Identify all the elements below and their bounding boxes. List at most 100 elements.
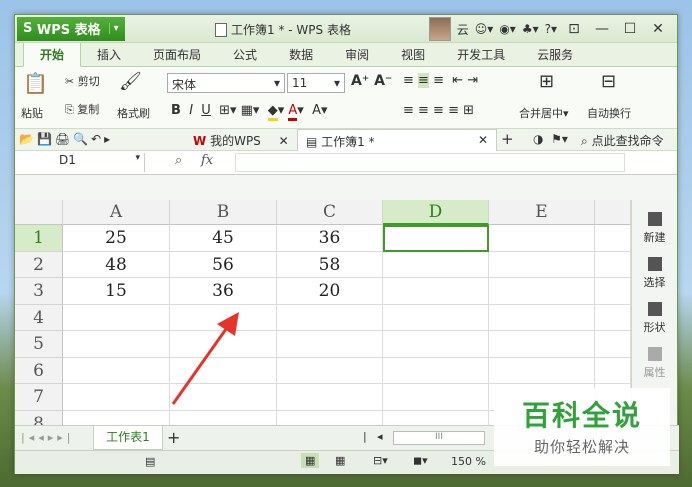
tab-my-wps[interactable]: W 我的WPS ✕: [193, 132, 289, 149]
user-label[interactable]: 云: [457, 21, 469, 38]
cell-b8[interactable]: [170, 410, 277, 425]
zoom-formula-icon[interactable]: ⌕: [175, 153, 182, 168]
row-header-4[interactable]: 4: [15, 304, 63, 331]
name-box[interactable]: D1 ▾: [15, 153, 145, 172]
cell-b2[interactable]: 56: [170, 251, 277, 278]
tab-insert[interactable]: 插入: [81, 43, 137, 66]
column-header-e[interactable]: E: [489, 200, 595, 225]
cell-a4[interactable]: [63, 304, 170, 331]
row-header-1[interactable]: 1: [15, 225, 63, 252]
zoom-level[interactable]: 150 %: [451, 455, 486, 468]
tab-workbook[interactable]: ▤ 工作簿1 * ✕: [297, 129, 497, 151]
cell-c4[interactable]: [277, 304, 383, 331]
cell-e5[interactable]: [489, 331, 595, 358]
help-button[interactable]: ?▾: [545, 22, 557, 36]
align-horizontal-icons[interactable]: ≡ ≡ ≡ ≡ ⊞: [403, 103, 474, 118]
scroll-left-arrow[interactable]: ◂: [377, 430, 383, 443]
cell-d4[interactable]: [383, 304, 489, 331]
wps-menu-button[interactable]: S WPS 表格 ▾: [17, 16, 125, 41]
horizontal-scrollbar-thumb[interactable]: III: [393, 431, 485, 445]
cell-c8[interactable]: [277, 410, 383, 425]
cell-a6[interactable]: [63, 357, 170, 384]
side-shapes[interactable]: 形状: [632, 302, 677, 335]
add-sheet-button[interactable]: +: [167, 428, 180, 447]
merge-center-button[interactable]: 合并居中▾: [519, 105, 569, 121]
increase-font-icon[interactable]: A⁺ A⁻: [351, 73, 392, 89]
cell-b1[interactable]: 45: [170, 225, 277, 252]
skin-icon[interactable]: ☺▾: [475, 22, 494, 36]
cell-e2[interactable]: [489, 251, 595, 278]
row-header-6[interactable]: 6: [15, 357, 63, 384]
shirt-icon[interactable]: ♣▾: [522, 22, 539, 36]
cell-d5[interactable]: [383, 331, 489, 358]
cell-c6[interactable]: [277, 357, 383, 384]
macro-icon[interactable]: ▤: [145, 455, 155, 468]
avatar[interactable]: [428, 17, 451, 41]
merge-center-icon[interactable]: ⊞: [539, 71, 554, 92]
cell-a5[interactable]: [63, 331, 170, 358]
reading-mode-button[interactable]: ◼▾: [413, 454, 428, 467]
tab-cloud[interactable]: 云服务: [521, 43, 589, 66]
cell-a3[interactable]: 15: [63, 278, 170, 305]
side-properties[interactable]: 属性: [632, 347, 677, 380]
cell-f6[interactable]: [595, 357, 631, 384]
cell-a1[interactable]: 25: [63, 225, 170, 252]
page-break-view-button[interactable]: ▦: [335, 454, 345, 467]
cell-d1[interactable]: [383, 225, 489, 252]
font-style-buttons[interactable]: B I U ⊞▾ ▦▾ ◆▾ A▾ A▾: [171, 103, 328, 121]
row-header-7[interactable]: 7: [15, 384, 63, 411]
cell-c7[interactable]: [277, 384, 383, 411]
column-header-b[interactable]: B: [170, 200, 277, 225]
quick-access-icons[interactable]: 📂💾🖨🔍↶▸: [19, 132, 113, 146]
cell-f4[interactable]: [595, 304, 631, 331]
select-all-corner[interactable]: [15, 200, 63, 225]
tab-review[interactable]: 审阅: [329, 43, 385, 66]
cell-a8[interactable]: [63, 410, 170, 425]
normal-view-button[interactable]: ▦: [301, 453, 320, 468]
cell-e6[interactable]: [489, 357, 595, 384]
copy-button[interactable]: ⎘ 复制: [65, 101, 99, 117]
cell-d8[interactable]: [383, 410, 489, 425]
cell-c5[interactable]: [277, 331, 383, 358]
cell-c3[interactable]: 20: [277, 278, 383, 305]
cell-f2[interactable]: [595, 251, 631, 278]
cell-f5[interactable]: [595, 331, 631, 358]
maximize-button[interactable]: ☐: [619, 21, 641, 37]
close-button[interactable]: ✕: [647, 21, 669, 37]
paste-button[interactable]: 粘贴: [21, 105, 43, 121]
cell-c1[interactable]: 36: [277, 225, 383, 252]
side-select[interactable]: 选择: [632, 257, 677, 290]
cell-d7[interactable]: [383, 384, 489, 411]
cell-d3[interactable]: [383, 278, 489, 305]
fx-icon[interactable]: fx: [201, 153, 213, 168]
cut-button[interactable]: ✂ 剪切: [65, 73, 100, 89]
shield-icon[interactable]: ◉▾: [499, 22, 516, 36]
align-top-icons[interactable]: ≡ ≡ ≡ ⇤ ⇥: [403, 73, 478, 88]
sheet-nav-arrows[interactable]: |◂◂▸▸|: [21, 431, 75, 444]
formula-input[interactable]: [235, 153, 625, 172]
cell-f3[interactable]: [595, 278, 631, 305]
side-new[interactable]: 新建: [632, 212, 677, 245]
minimize-button[interactable]: —: [591, 21, 613, 37]
page-layout-view-button[interactable]: ⊟▾: [373, 454, 388, 467]
tab-developer[interactable]: 开发工具: [441, 43, 521, 66]
cell-e3[interactable]: [489, 278, 595, 305]
column-header-d[interactable]: D: [383, 200, 489, 225]
font-size-select[interactable]: 11 ▾: [287, 73, 345, 93]
tab-page-layout[interactable]: 页面布局: [137, 43, 217, 66]
tab-home[interactable]: 开始: [23, 42, 82, 67]
sheet-tab-1[interactable]: 工作表1: [93, 426, 163, 450]
row-header-3[interactable]: 3: [15, 278, 63, 305]
cell-b3[interactable]: 36: [170, 278, 277, 305]
row-header-2[interactable]: 2: [15, 251, 63, 278]
cell-f1[interactable]: [595, 225, 631, 252]
row-header-5[interactable]: 5: [15, 331, 63, 358]
cell-c2[interactable]: 58: [277, 251, 383, 278]
format-painter-button[interactable]: 格式刷: [117, 105, 150, 121]
hscroll-divider[interactable]: |: [363, 430, 367, 443]
font-name-select[interactable]: 宋体 ▾: [167, 73, 285, 93]
cell-d2[interactable]: [383, 251, 489, 278]
cell-e1[interactable]: [489, 225, 595, 252]
column-header-c[interactable]: C: [277, 200, 383, 225]
restore-layout-icon[interactable]: ⊡: [563, 21, 585, 37]
